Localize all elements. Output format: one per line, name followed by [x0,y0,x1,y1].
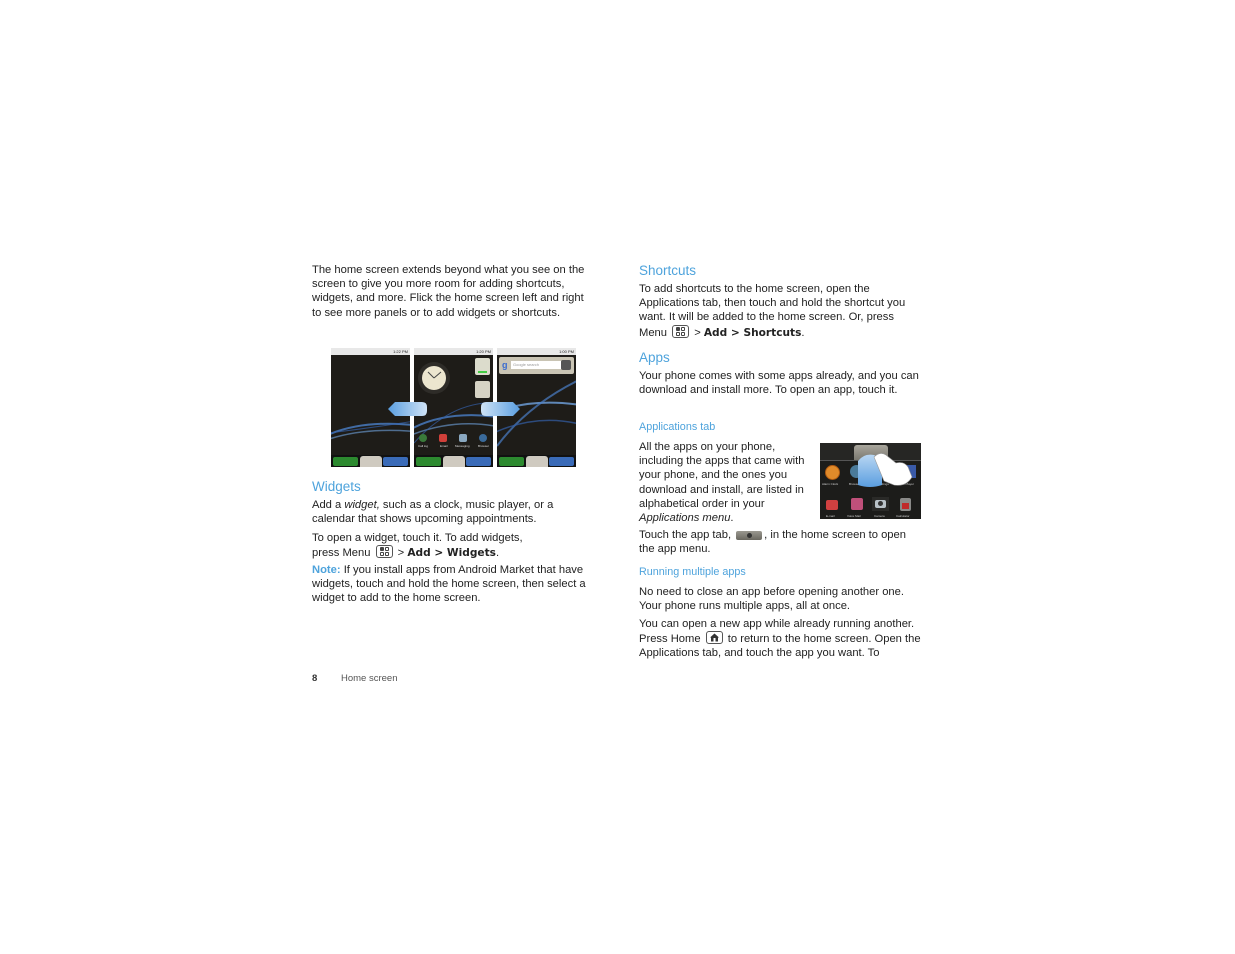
menu-path: Add > Shortcuts [703,326,802,339]
apps-dock-button [360,456,382,467]
app-label: Camera [874,514,885,518]
phone-dock-button [416,457,441,466]
browser-icon [479,434,487,442]
email-icon [826,500,838,510]
status-bar: 1:20 PM [414,348,493,355]
arrow-right-icon [481,402,520,416]
analog-clock-widget [418,362,450,394]
messaging-icon [459,434,467,442]
app-tab-icon [736,531,763,540]
text: press Menu [312,547,371,560]
voicemail-icon [851,498,863,510]
phone-dock-button [333,457,358,466]
contacts-dock-button [383,457,408,466]
applications-tab-heading: Applications tab [639,421,716,433]
text: Add a [312,499,345,511]
search-field: Google search [511,361,561,369]
widgets-paragraph-2: To open a widget, touch it. To add widge… [312,531,594,560]
home-key-icon [705,631,723,645]
dock [497,455,576,467]
app-label: Alarm Clock [822,482,839,486]
app-label: Email [440,444,448,448]
page-number: 8 [312,673,318,684]
widgets-paragraph-1: Add a widget, such as a clock, music pla… [312,498,594,526]
running-multiple-apps-heading: Running multiple apps [639,566,746,578]
apps-heading: Apps [639,350,670,365]
widget-term: widget, [344,499,380,511]
widgets-note: Note: If you install apps from Android M… [312,563,594,606]
note-label: Note: [312,564,341,576]
calculator-icon [900,498,911,511]
email-icon [439,434,447,442]
touch-finger-icon [858,453,913,487]
menu-path: Add > Widgets [407,547,496,560]
text: All the apps on your phone, including th… [639,441,805,510]
phone-dock-button [499,457,524,466]
app-label: Messaging [455,444,470,448]
text: To open a widget, touch it. To add widge… [312,532,523,544]
intro-paragraph: The home screen extends beyond what you … [312,264,585,319]
text: If you install apps from Android Market … [312,564,586,605]
menu-key-icon [375,545,393,559]
app-label: Calculator [896,514,910,518]
shortcuts-paragraph: To add shortcuts to the home screen, ope… [639,282,923,340]
search-icon [561,360,571,370]
bluetooth-toggle-widget [475,381,490,398]
wallpaper-wave [497,380,576,447]
status-time: 1:20 PM [476,349,491,354]
text: . [495,547,500,560]
dock [414,455,493,467]
shortcuts-heading: Shortcuts [639,263,697,278]
running-paragraph-1: No need to close an app before opening a… [639,586,904,613]
section-name: Home screen [341,673,398,684]
text: > [691,326,704,339]
app-label: E-mail [826,514,835,518]
apps-paragraph: Your phone comes with some apps already,… [639,370,919,397]
text: . [730,512,734,525]
text: > [394,547,408,560]
dock [331,455,410,467]
status-time: 1:00 PM [559,349,574,354]
status-time: 1:22 PM [393,349,408,354]
call-log-icon [419,434,427,442]
text: . [801,326,805,339]
contacts-dock-button [466,457,491,466]
alarm-clock-icon [825,465,840,480]
touch-app-tab-paragraph: Touch the app tab, , in the home screen … [639,528,923,556]
google-search-widget: g Google search [499,357,574,374]
app-label: Call log [418,444,429,448]
applications-menu-term: Applications menu [639,512,731,525]
google-logo-icon: g [502,360,508,370]
running-paragraph-2: You can open a new app while already run… [639,617,923,661]
apps-dock-button [443,456,465,467]
menu-key-icon [672,324,690,338]
apps-dock-button [526,456,548,467]
widgets-heading: Widgets [312,479,361,494]
text: Touch the app tab, [639,529,732,541]
app-label: Voice Mail [847,514,861,518]
app-label: Browser [478,444,490,448]
applications-tab-paragraph: All the apps on your phone, including th… [639,440,811,525]
camera-icon [872,497,889,511]
status-bar: 1:22 PM [331,348,410,355]
contacts-dock-button [549,457,574,466]
arrow-left-icon [388,402,427,416]
applications-menu-illustration: Alarm Clock Browser Settings Video Playe… [820,443,921,519]
wifi-toggle-widget [475,358,490,375]
status-bar: 1:00 PM [497,348,576,355]
